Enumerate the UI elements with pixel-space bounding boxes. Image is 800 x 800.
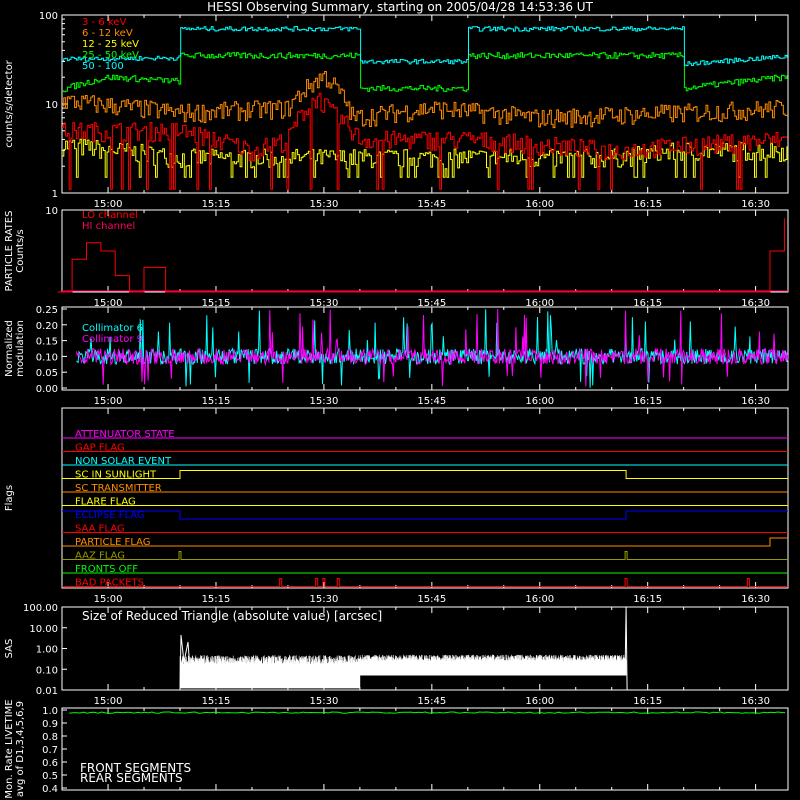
sas-annotation: Size of Reduced Triangle (absolute value…	[82, 609, 382, 623]
x-tick-label: 15:45	[417, 396, 446, 407]
y-tick-label: 0.10	[36, 665, 58, 676]
x-tick-label: 15:00	[94, 199, 123, 210]
y-axis-label: Normalized	[4, 320, 15, 377]
y-tick-label: 0.4	[42, 784, 58, 795]
x-tick-label: 16:15	[633, 396, 662, 407]
legend-entry: 6 - 12 keV	[82, 28, 133, 39]
y-tick-label: 0.6	[42, 758, 58, 769]
x-tick-label: 15:15	[202, 696, 231, 707]
x-tick-label: 16:30	[741, 696, 770, 707]
series-line	[62, 26, 788, 67]
x-tick-label: 16:30	[741, 199, 770, 210]
y-tick-label: 1.0	[42, 706, 58, 717]
x-tick-label: 15:30	[309, 594, 338, 605]
y-tick-label: 10.00	[29, 624, 58, 635]
series-line	[69, 711, 786, 714]
flag-line	[62, 537, 788, 547]
x-tick-label: 15:00	[94, 396, 123, 407]
y-axis-label: Counts/s	[15, 229, 26, 273]
x-tick-label: 15:15	[202, 199, 231, 210]
x-tick-label: 15:00	[94, 696, 123, 707]
x-tick-label: 16:00	[525, 594, 554, 605]
y-tick-label: 0.05	[36, 368, 58, 379]
x-tick-label: 16:00	[525, 396, 554, 407]
legend-entry: LO channel	[82, 210, 138, 221]
x-tick-label: 15:30	[309, 396, 338, 407]
y-tick-label: 1.00	[36, 645, 58, 656]
y-tick-label: 0.10	[36, 352, 58, 363]
x-tick-label: 15:15	[202, 594, 231, 605]
x-tick-label: 16:30	[741, 396, 770, 407]
x-tick-label: 15:45	[417, 696, 446, 707]
legend-title: Energy band: 12-25 keV	[82, 312, 203, 323]
x-tick-label: 15:30	[309, 696, 338, 707]
y-axis-label: PARTICLE RATES	[4, 211, 15, 292]
y-tick-label: 0.01	[36, 686, 58, 697]
series-spike	[624, 606, 628, 691]
y-axis-label: Mon. Rate LIVETIME	[4, 699, 15, 798]
x-tick-label: 15:45	[417, 594, 446, 605]
legend-entry: 25 - 50 keV	[82, 50, 139, 61]
y-tick-label: 0.20	[36, 321, 58, 332]
legend-entry: Collimator 6	[82, 323, 143, 334]
y-tick-label: 1	[52, 189, 58, 200]
y-tick-label: 100	[39, 11, 58, 22]
sas-panel: 15:00 15:15 15:30 15:45 16:00 16:15 16:30 0.01 0…	[4, 603, 789, 707]
y-tick-label: 10	[45, 100, 58, 111]
x-tick-label: 15:15	[202, 396, 231, 407]
flags-panel: 15:00 15:15 15:30 15:45 16:00 16:15 16:30 Flags…	[4, 407, 789, 605]
y-axis-label: modulation	[15, 320, 26, 377]
series-line	[179, 654, 627, 689]
legend-entry: Collimator 9	[82, 334, 143, 345]
x-tick-label: 16:15	[633, 696, 662, 707]
modulation-panel: 15:00 15:15 15:30 15:45 16:00 16:15 16:30 0.00 0…	[4, 305, 789, 407]
series-line	[57, 218, 785, 293]
legend-entry: 12 - 25 keV	[82, 39, 139, 50]
y-tick-label: 100.00	[23, 603, 58, 614]
legend-entry: HI channel	[82, 221, 135, 232]
flag-line	[62, 578, 788, 587]
y-tick-label: 0.9	[42, 719, 58, 730]
y-axis-label: Flags	[4, 485, 15, 511]
y-tick-label: 0.15	[36, 337, 58, 348]
y-tick-label: 0.5	[42, 771, 58, 782]
x-tick-label: 15:30	[309, 199, 338, 210]
lightcurve-panel: 15:00 15:15 15:30 15:45 16:00 16:15 16:30 1 10 10…	[4, 11, 789, 210]
x-tick-label: 16:00	[525, 696, 554, 707]
x-tick-label: 16:15	[633, 199, 662, 210]
y-axis-label: counts/s/detector	[4, 59, 15, 147]
flag-line	[62, 470, 788, 479]
x-tick-label: 16:30	[741, 594, 770, 605]
flag-label: ECLIPSE FLAG	[75, 510, 145, 521]
legend-entry: 50 - 100	[82, 61, 124, 72]
legend-entry: REAR SEGMENTS	[80, 771, 183, 785]
series-line	[62, 52, 788, 93]
flag-line	[62, 510, 788, 520]
legend-entry: 3 - 6 keV	[82, 17, 126, 28]
summary-plots: 15:00 15:15 15:30 15:45 16:00 16:15 16:30 1 10 10…	[4, 11, 789, 799]
livetime-panel: 0.4 0.5 0.6 0.7 0.8 0.9 1.0 Mon. Rate LIVETIME a…	[4, 699, 789, 799]
series-line	[62, 138, 788, 178]
plot-frame	[61, 209, 789, 293]
particle-panel: 15:00 15:15 15:30 15:45 16:00 16:15 16:3010PAR…	[4, 206, 789, 309]
series-line	[62, 71, 788, 129]
x-tick-label: 15:00	[94, 594, 123, 605]
y-tick-label: 0.7	[42, 745, 58, 756]
y-tick-label: 10	[45, 206, 58, 217]
y-tick-label: 0.8	[42, 732, 58, 743]
y-axis-label: SAS	[4, 639, 15, 659]
x-tick-label: 15:45	[417, 199, 446, 210]
x-tick-label: 16:15	[633, 594, 662, 605]
y-tick-label: 0.25	[36, 305, 58, 316]
y-axis-label: avg of D1,3,4,5,6,9	[15, 701, 26, 797]
flag-line	[62, 551, 788, 560]
y-tick-label: 0.00	[36, 384, 58, 395]
x-tick-label: 16:00	[525, 199, 554, 210]
